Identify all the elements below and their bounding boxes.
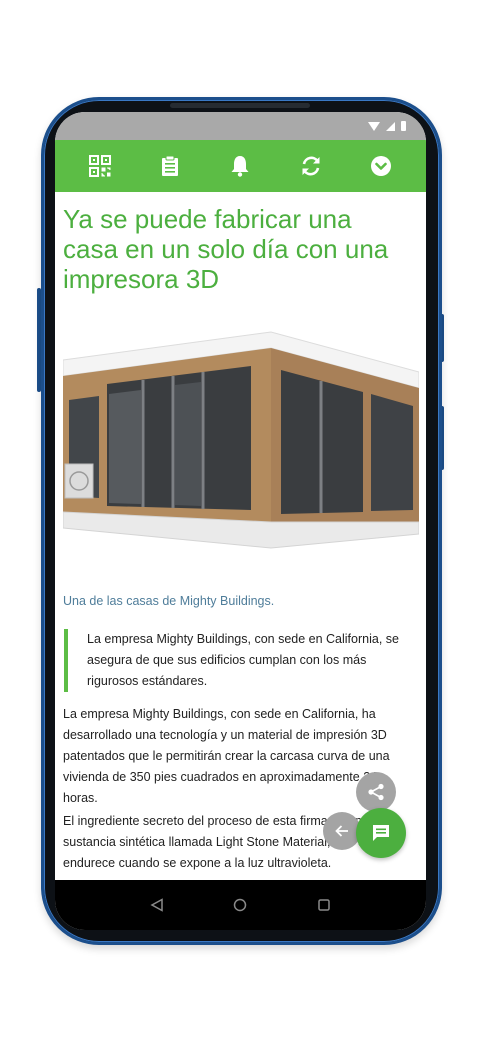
back-triangle-icon [150,898,163,912]
refresh-button[interactable] [291,146,331,186]
chevron-down-circle-icon [370,156,391,176]
clipboard-icon [162,155,179,176]
share-button[interactable] [356,772,396,812]
article-quote: La empresa Mighty Buildings, con sede en… [64,629,414,692]
system-nav-bar [55,880,426,930]
recents-square-icon [318,899,330,911]
qr-code-button[interactable] [80,146,120,186]
qr-code-icon [89,155,112,177]
arrow-back-icon [335,825,348,837]
battery-icon [401,121,406,131]
clipboard-button[interactable] [150,146,190,186]
nav-recents-button[interactable] [310,891,338,919]
comment-button[interactable] [356,808,406,858]
expand-menu-button[interactable] [361,146,401,186]
app-toolbar [55,140,426,192]
wifi-icon [368,121,380,131]
home-circle-icon [234,898,247,912]
nav-back-button[interactable] [143,891,171,919]
signal-icon [386,121,395,131]
article-house-image[interactable] [63,314,419,564]
share-icon [368,783,384,801]
comment-icon [373,825,389,841]
notifications-button[interactable] [220,146,260,186]
nav-home-button[interactable] [226,891,254,919]
status-bar [55,112,426,140]
bell-icon [231,156,249,177]
refresh-icon [302,156,320,176]
image-caption: Una de las casas de Mighty Buildings. [63,594,275,608]
phone-earpiece [170,103,310,108]
phone-screen: Ya se puede fabricar una casa en un solo… [55,112,426,930]
article-headline: Ya se puede fabricar una casa en un solo… [63,204,389,294]
